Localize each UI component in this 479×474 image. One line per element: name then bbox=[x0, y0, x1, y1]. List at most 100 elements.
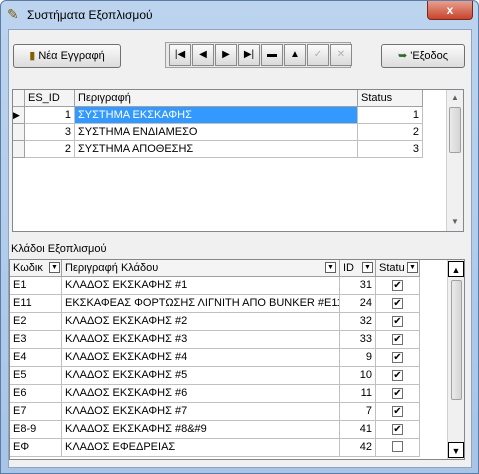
cell-id[interactable]: 42 bbox=[340, 439, 376, 457]
scroll-thumb[interactable] bbox=[451, 280, 462, 400]
status-checkbox[interactable]: ✔ bbox=[392, 388, 403, 399]
status-checkbox[interactable]: ✔ bbox=[392, 352, 403, 363]
scroll-thumb[interactable] bbox=[449, 107, 461, 153]
cell-status[interactable]: ✔ bbox=[376, 331, 420, 349]
cell-status[interactable]: ✔ bbox=[376, 277, 420, 295]
scroll-up-arrow-icon[interactable]: ▲ bbox=[448, 261, 464, 277]
status-checkbox[interactable]: ✔ bbox=[392, 298, 403, 309]
column-header-id-label: ID bbox=[343, 262, 354, 274]
new-record-label: Νέα Εγγραφή bbox=[38, 50, 105, 62]
new-record-button[interactable]: ▮ Νέα Εγγραφή bbox=[13, 44, 121, 68]
cell-code[interactable]: E2 bbox=[10, 313, 62, 331]
cell-code[interactable]: E8-9 bbox=[10, 421, 62, 439]
cell-code[interactable]: E1 bbox=[10, 277, 62, 295]
cell-id[interactable]: 31 bbox=[340, 277, 376, 295]
last-record-button[interactable]: ▶| bbox=[238, 44, 260, 66]
branches-vertical-scrollbar[interactable]: ▲ ▼ bbox=[447, 260, 464, 459]
first-record-button[interactable]: |◀ bbox=[169, 44, 191, 66]
cell-es-id[interactable]: 2 bbox=[25, 141, 75, 158]
cell-status[interactable] bbox=[376, 439, 420, 457]
row-indicator[interactable] bbox=[13, 141, 25, 158]
cancel-edit-button[interactable]: ✕ bbox=[330, 44, 352, 66]
column-header-code-label: Κωδικ bbox=[13, 262, 43, 274]
cell-code[interactable]: E11 bbox=[10, 295, 62, 313]
column-filter-dropdown-icon[interactable]: ▼ bbox=[325, 262, 336, 273]
insert-record-button[interactable]: ▲ bbox=[284, 44, 306, 66]
column-header-branch-description-label: Περιγραφή Κλάδου bbox=[65, 262, 159, 274]
branches-grid[interactable]: Κωδικ ▼ Περιγραφή Κλάδου ▼ ID ▼ Statu ▼ … bbox=[9, 259, 465, 460]
cell-status[interactable]: ✔ bbox=[376, 421, 420, 439]
scroll-down-arrow-icon[interactable]: ▼ bbox=[447, 214, 463, 230]
post-edit-button[interactable]: ✓ bbox=[307, 44, 329, 66]
status-checkbox[interactable]: ✔ bbox=[392, 406, 403, 417]
cell-description-selected[interactable]: ΣΥΣΤΗΜΑ ΕΚΣΚΑΦΗΣ bbox=[75, 107, 358, 124]
scroll-up-arrow-icon[interactable]: ▲ bbox=[447, 90, 463, 106]
cell-es-id[interactable]: 3 bbox=[25, 124, 75, 141]
exit-button[interactable]: ➥ 'Εξοδος bbox=[381, 44, 465, 68]
cell-id[interactable]: 41 bbox=[340, 421, 376, 439]
close-button[interactable]: x bbox=[427, 1, 473, 20]
cell-status[interactable]: ✔ bbox=[376, 385, 420, 403]
status-checkbox[interactable]: ✔ bbox=[392, 370, 403, 381]
column-header-status[interactable]: Statu ▼ bbox=[376, 260, 420, 277]
column-header-status[interactable]: Status bbox=[358, 90, 423, 107]
cell-branch-description[interactable]: ΚΛΑΔΟΣ ΕΦΕΔΡΕΙΑΣ bbox=[62, 439, 340, 457]
cell-description[interactable]: ΣΥΣΤΗΜΑ ΕΝΔΙΑΜΕΣΟ bbox=[75, 124, 358, 141]
status-checkbox[interactable]: ✔ bbox=[392, 280, 403, 291]
cell-branch-description[interactable]: ΚΛΑΔΟΣ ΕΚΣΚΑΦΗΣ #8&#9 bbox=[62, 421, 340, 439]
cell-code[interactable]: EΦ bbox=[10, 439, 62, 457]
cell-status[interactable]: ✔ bbox=[376, 367, 420, 385]
status-checkbox[interactable]: ✔ bbox=[392, 424, 403, 435]
cell-branch-description[interactable]: ΚΛΑΔΟΣ ΕΚΣΚΑΦΗΣ #2 bbox=[62, 313, 340, 331]
cell-status[interactable]: ✔ bbox=[376, 349, 420, 367]
column-header-description[interactable]: Περιγραφή bbox=[75, 90, 358, 107]
cell-code[interactable]: E5 bbox=[10, 367, 62, 385]
systems-vertical-scrollbar[interactable]: ▲ ▼ bbox=[446, 90, 463, 231]
cell-description[interactable]: ΣΥΣΤΗΜΑ ΑΠΟΘΕΣΗΣ bbox=[75, 141, 358, 158]
cell-branch-description[interactable]: ΚΛΑΔΟΣ ΕΚΣΚΑΦΗΣ #3 bbox=[62, 331, 340, 349]
cell-status[interactable]: 2 bbox=[358, 124, 423, 141]
column-filter-dropdown-icon[interactable]: ▼ bbox=[49, 262, 60, 273]
cell-id[interactable]: 7 bbox=[340, 403, 376, 421]
column-filter-dropdown-icon[interactable]: ▼ bbox=[407, 262, 418, 273]
column-header-branch-description[interactable]: Περιγραφή Κλάδου ▼ bbox=[62, 260, 340, 277]
cell-es-id[interactable]: 1 bbox=[25, 107, 75, 124]
cell-branch-description[interactable]: ΚΛΑΔΟΣ ΕΚΣΚΑΦΗΣ #5 bbox=[62, 367, 340, 385]
cell-id[interactable]: 9 bbox=[340, 349, 376, 367]
status-checkbox[interactable] bbox=[392, 441, 403, 452]
cell-branch-description[interactable]: ΚΛΑΔΟΣ ΕΚΣΚΑΦΗΣ #6 bbox=[62, 385, 340, 403]
status-checkbox[interactable]: ✔ bbox=[392, 316, 403, 327]
cell-code[interactable]: E7 bbox=[10, 403, 62, 421]
scroll-down-arrow-icon[interactable]: ▼ bbox=[448, 442, 464, 458]
cell-status[interactable]: ✔ bbox=[376, 403, 420, 421]
column-header-id[interactable]: ID ▼ bbox=[340, 260, 376, 277]
cell-status[interactable]: ✔ bbox=[376, 295, 420, 313]
cell-id[interactable]: 32 bbox=[340, 313, 376, 331]
exit-icon: ➥ bbox=[397, 50, 408, 62]
row-indicator[interactable] bbox=[13, 124, 25, 141]
cell-id[interactable]: 33 bbox=[340, 331, 376, 349]
cell-status[interactable]: 1 bbox=[358, 107, 423, 124]
systems-grid[interactable]: ES_ID Περιγραφή Status ▶ 1 ΣΥΣΤΗΜΑ ΕΚΣΚΑ… bbox=[12, 89, 464, 232]
title-bar[interactable]: ✎ Συστήματα Εξοπλισμού x bbox=[1, 1, 478, 29]
cell-code[interactable]: E6 bbox=[10, 385, 62, 403]
row-indicator-current[interactable]: ▶ bbox=[13, 107, 25, 124]
column-filter-dropdown-icon[interactable]: ▼ bbox=[362, 262, 373, 273]
delete-record-button[interactable]: ▬ bbox=[261, 44, 283, 66]
column-header-code[interactable]: Κωδικ ▼ bbox=[10, 260, 62, 277]
cell-branch-description[interactable]: ΕΚΣΚΑΦΕΑΣ ΦΟΡΤΩΣΗΣ ΛΙΓΝΙΤΗ ΑΠΟ BUNKER #E… bbox=[62, 295, 340, 313]
cell-id[interactable]: 10 bbox=[340, 367, 376, 385]
status-checkbox[interactable]: ✔ bbox=[392, 334, 403, 345]
cell-id[interactable]: 24 bbox=[340, 295, 376, 313]
next-record-button[interactable]: ▶ bbox=[215, 44, 237, 66]
cell-id[interactable]: 11 bbox=[340, 385, 376, 403]
cell-branch-description[interactable]: ΚΛΑΔΟΣ ΕΚΣΚΑΦΗΣ #4 bbox=[62, 349, 340, 367]
cell-status[interactable]: 3 bbox=[358, 141, 423, 158]
cell-status[interactable]: ✔ bbox=[376, 313, 420, 331]
cell-code[interactable]: E4 bbox=[10, 349, 62, 367]
cell-code[interactable]: E3 bbox=[10, 331, 62, 349]
column-header-es-id[interactable]: ES_ID bbox=[25, 90, 75, 107]
cell-branch-description[interactable]: ΚΛΑΔΟΣ ΕΚΣΚΑΦΗΣ #1 bbox=[62, 277, 340, 295]
cell-branch-description[interactable]: ΚΛΑΔΟΣ ΕΚΣΚΑΦΗΣ #7 bbox=[62, 403, 340, 421]
prior-record-button[interactable]: ◀ bbox=[192, 44, 214, 66]
